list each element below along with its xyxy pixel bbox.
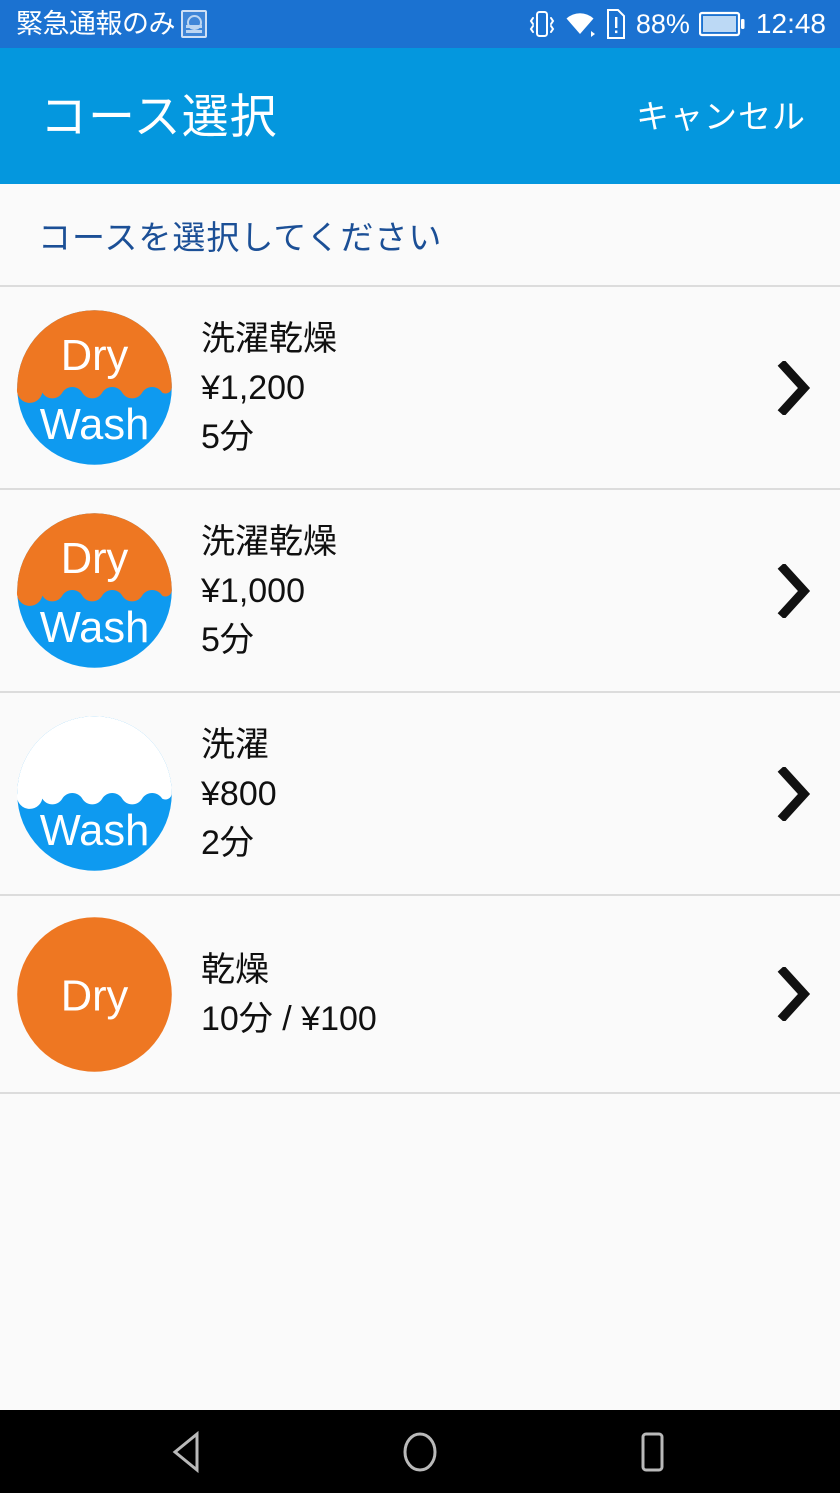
sim-alert-icon [606,9,625,39]
status-bar: 緊急通報のみ 88% 12:48 [0,0,840,48]
course-price: ¥1,200 [201,368,305,407]
list-item-texts: 洗濯乾燥 ¥1,200 5分 [191,322,774,454]
course-duration: 5分 [201,417,254,456]
android-nav-bar [0,1410,840,1493]
dry-wash-badge-icon: Dry Wash [14,510,175,671]
svg-text:Wash: Wash [40,807,150,855]
back-triangle-icon[interactable] [152,1416,224,1488]
list-item[interactable]: Dry Wash 洗濯乾燥 ¥1,000 5分 [0,490,840,691]
course-duration: 2分 [201,823,254,862]
empty-area [0,1094,840,1410]
course-duration: 5分 [201,620,254,659]
wifi-icon [566,13,595,37]
clock-label: 12:48 [755,8,826,39]
course-name: 乾燥 [201,950,269,989]
home-circle-icon[interactable] [384,1416,456,1488]
dry-badge-icon: Dry [14,914,175,1075]
battery-percent-label: 88% [635,8,690,39]
list-item-texts: 乾燥 10分 / ¥100 [191,953,774,1036]
list-item[interactable]: Wash 洗濯 ¥800 2分 [0,693,840,894]
course-price: ¥1,000 [201,571,305,610]
status-bar-right: 88% 12:48 [529,9,826,39]
course-name: 洗濯 [201,725,269,764]
chevron-right-icon[interactable] [774,967,814,1021]
list-item-texts: 洗濯 ¥800 2分 [191,728,774,860]
course-price: ¥800 [201,774,277,813]
battery-icon [698,11,745,37]
app-badge-icon [181,10,207,38]
instruction-label: コースを選択してください [0,184,840,285]
app-bar: コース選択 キャンセル [0,48,840,184]
course-name: 洗濯乾燥 [201,319,337,358]
svg-text:Dry: Dry [61,332,129,380]
phone-screen: 緊急通報のみ 88% 12:48 コース選択 キャンセル コースを選択してくださ… [0,0,840,1493]
list-item[interactable]: Dry 乾燥 10分 / ¥100 [0,896,840,1092]
wash-badge-icon: Wash [14,713,175,874]
status-bar-left: 緊急通報のみ [16,10,207,38]
list-item[interactable]: Dry Wash 洗濯乾燥 ¥1,200 5分 [0,287,840,488]
course-price: 10分 / ¥100 [201,999,377,1038]
page-title: コース選択 [40,89,278,143]
svg-text:Dry: Dry [61,972,129,1020]
course-list: Dry Wash 洗濯乾燥 ¥1,200 5分 Dry Wash 洗濯乾燥 ¥1… [0,287,840,1094]
vibrate-icon [529,11,555,37]
cancel-button[interactable]: キャンセル [630,90,812,143]
svg-text:Wash: Wash [40,604,150,652]
course-name: 洗濯乾燥 [201,522,337,561]
chevron-right-icon[interactable] [774,563,814,618]
dry-wash-badge-icon: Dry Wash [14,307,175,468]
chevron-right-icon[interactable] [774,766,814,821]
recents-square-icon[interactable] [616,1416,688,1488]
svg-text:Wash: Wash [40,401,150,449]
svg-text:Dry: Dry [61,535,129,583]
carrier-label: 緊急通報のみ [16,8,176,39]
list-item-texts: 洗濯乾燥 ¥1,000 5分 [191,525,774,657]
chevron-right-icon[interactable] [774,360,814,415]
